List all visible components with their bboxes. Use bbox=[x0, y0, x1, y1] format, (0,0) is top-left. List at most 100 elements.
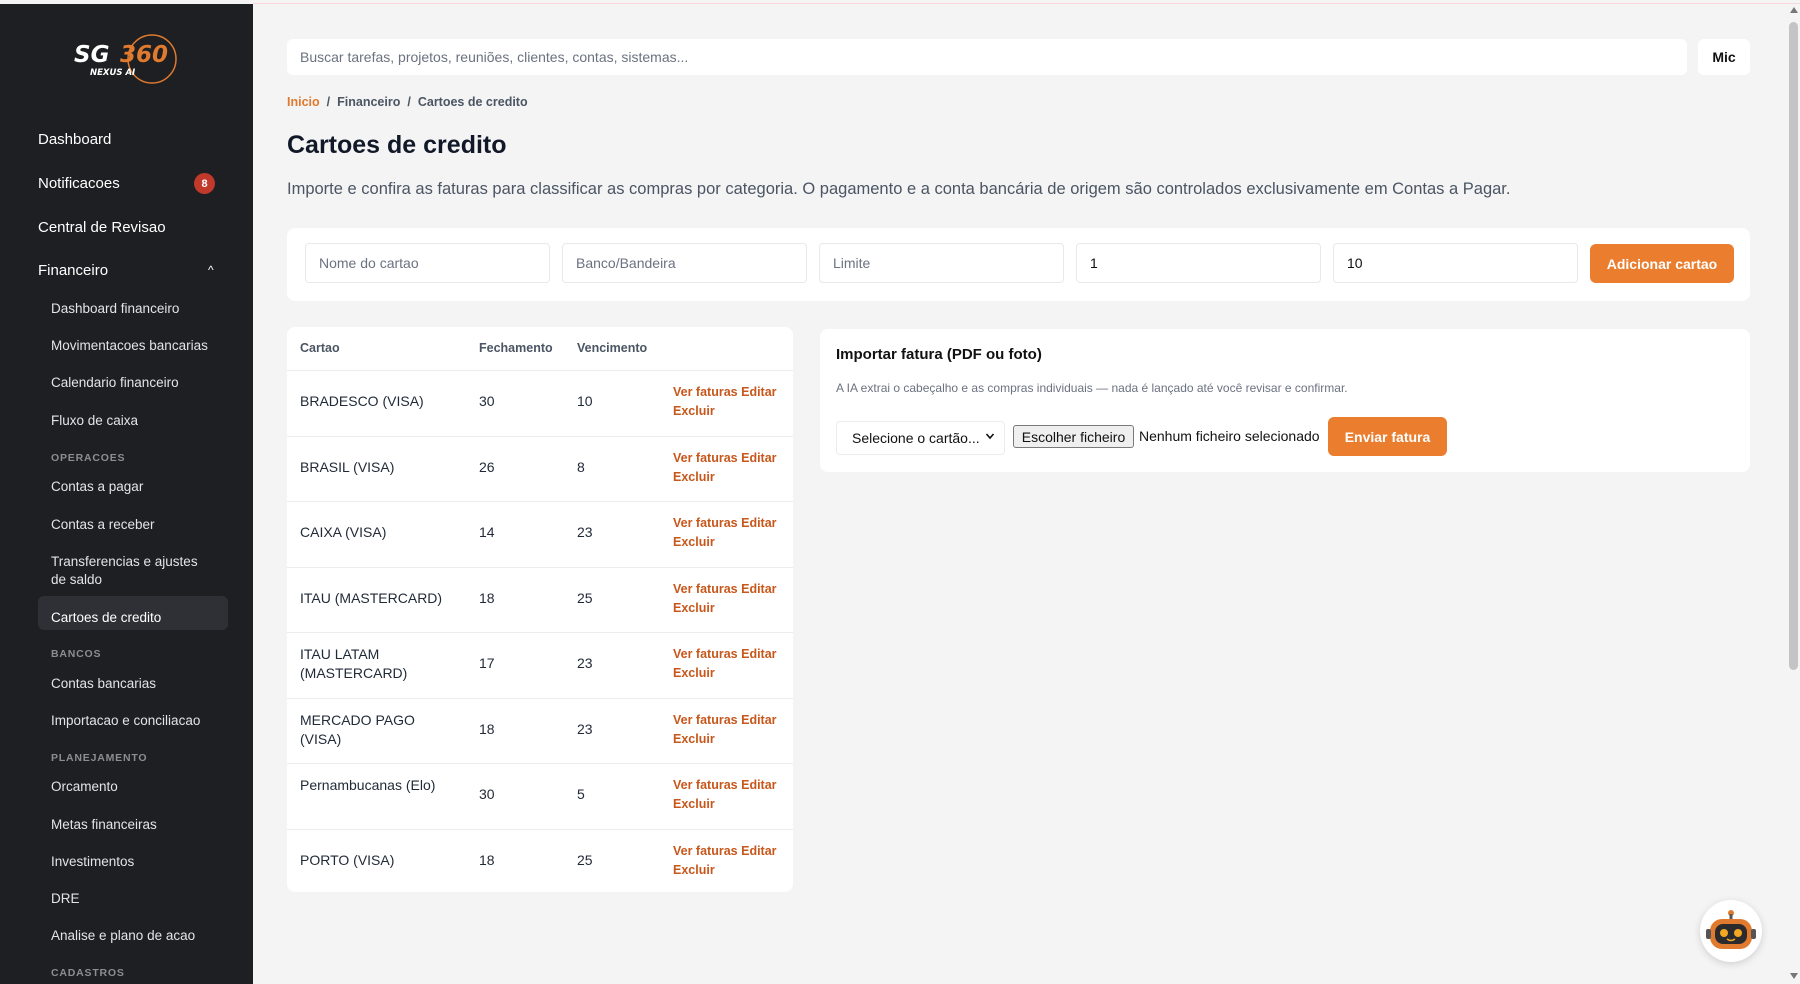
breadcrumb-home-link[interactable]: Inicio bbox=[287, 95, 320, 109]
view-invoices-link[interactable]: Ver faturas bbox=[673, 516, 738, 530]
breadcrumb-financeiro-link[interactable]: Financeiro bbox=[337, 95, 400, 109]
due-day-input[interactable]: 10 bbox=[1333, 243, 1578, 283]
due-day-cell: 23 bbox=[577, 655, 593, 671]
top-divider bbox=[253, 3, 1800, 4]
svg-text:NEXUS AI: NEXUS AI bbox=[90, 68, 135, 78]
closing-day-cell: 18 bbox=[479, 721, 495, 737]
sidebar-item-analise[interactable]: Analise e plano de acao bbox=[51, 927, 195, 945]
scrollbar-thumb[interactable] bbox=[1789, 22, 1798, 670]
breadcrumb: Inicio / Financeiro / Cartoes de credito bbox=[287, 95, 528, 109]
due-day-cell: 25 bbox=[577, 852, 593, 868]
delete-link[interactable]: Excluir bbox=[673, 732, 715, 746]
svg-text:360: 360 bbox=[120, 42, 168, 68]
delete-link[interactable]: Excluir bbox=[673, 535, 715, 549]
choose-file-button[interactable]: Escolher ficheiro bbox=[1013, 425, 1134, 448]
card-name-cell: PORTO (VISA) bbox=[300, 852, 395, 868]
sidebar-item-orcamento[interactable]: Orcamento bbox=[51, 778, 118, 796]
row-actions: Ver faturas Editar Excluir bbox=[673, 842, 777, 880]
sidebar-item-contas-bancarias[interactable]: Contas bancarias bbox=[51, 675, 156, 693]
scroll-down-arrow-icon[interactable] bbox=[1789, 972, 1799, 980]
breadcrumb-separator: / bbox=[407, 95, 411, 109]
edit-link[interactable]: Editar bbox=[741, 778, 776, 792]
sidebar-item-fluxo-caixa[interactable]: Fluxo de caixa bbox=[51, 412, 138, 430]
edit-link[interactable]: Editar bbox=[741, 516, 776, 530]
sg360-logo[interactable]: SG 360 NEXUS AI bbox=[70, 32, 190, 86]
delete-link[interactable]: Excluir bbox=[673, 863, 715, 877]
card-name-cell: BRADESCO (VISA) bbox=[300, 393, 424, 409]
card-name-input[interactable]: Nome do cartao bbox=[305, 243, 550, 283]
section-label-planejamento: PLANEJAMENTO bbox=[51, 752, 148, 764]
sidebar-item-contas-receber[interactable]: Contas a receber bbox=[51, 516, 155, 534]
chevron-down-icon bbox=[985, 433, 995, 440]
sidebar-item-metas[interactable]: Metas financeiras bbox=[51, 816, 157, 834]
closing-day-cell: 26 bbox=[479, 459, 495, 475]
closing-day-cell: 30 bbox=[479, 786, 495, 802]
edit-link[interactable]: Editar bbox=[741, 451, 776, 465]
edit-link[interactable]: Editar bbox=[741, 647, 776, 661]
view-invoices-link[interactable]: Ver faturas bbox=[673, 844, 738, 858]
due-day-cell: 25 bbox=[577, 590, 593, 606]
row-actions: Ver faturas Editar Excluir bbox=[673, 580, 777, 618]
sidebar-item-investimentos[interactable]: Investimentos bbox=[51, 853, 134, 871]
due-day-cell: 10 bbox=[577, 393, 593, 409]
card-name-cell: ITAU (MASTERCARD) bbox=[300, 590, 443, 606]
view-invoices-link[interactable]: Ver faturas bbox=[673, 451, 738, 465]
sidebar-item-label: Transferencias e ajustes bbox=[51, 554, 198, 569]
view-invoices-link[interactable]: Ver faturas bbox=[673, 385, 738, 399]
view-invoices-link[interactable]: Ver faturas bbox=[673, 713, 738, 727]
delete-link[interactable]: Excluir bbox=[673, 601, 715, 615]
edit-link[interactable]: Editar bbox=[741, 844, 776, 858]
sidebar-item-dashboard-financeiro[interactable]: Dashboard financeiro bbox=[51, 300, 179, 318]
row-actions: Ver faturas Editar Excluir bbox=[673, 514, 777, 552]
sidebar-item-dashboard[interactable]: Dashboard bbox=[38, 131, 111, 148]
due-day-cell: 23 bbox=[577, 721, 593, 737]
import-title: Importar fatura (PDF ou foto) bbox=[836, 346, 1042, 363]
due-day-cell: 23 bbox=[577, 524, 593, 540]
sidebar-item-notificacoes[interactable]: Notificacoes bbox=[38, 175, 120, 192]
card-select[interactable]: Selecione o cartão... bbox=[836, 421, 1005, 455]
search-input[interactable]: Buscar tarefas, projetos, reuniões, clie… bbox=[287, 39, 1687, 75]
sidebar-item-central-revisao[interactable]: Central de Revisao bbox=[38, 219, 166, 236]
edit-link[interactable]: Editar bbox=[741, 385, 776, 399]
scroll-up-arrow-icon[interactable] bbox=[1789, 6, 1799, 14]
closing-day-cell: 17 bbox=[479, 655, 495, 671]
closing-day-cell: 30 bbox=[479, 393, 495, 409]
delete-link[interactable]: Excluir bbox=[673, 797, 715, 811]
robot-icon bbox=[1706, 910, 1756, 949]
edit-link[interactable]: Editar bbox=[741, 713, 776, 727]
sidebar-item-calendario[interactable]: Calendario financeiro bbox=[51, 374, 179, 392]
sidebar-item-importacao[interactable]: Importacao e conciliacao bbox=[51, 712, 200, 730]
edit-link[interactable]: Editar bbox=[741, 582, 776, 596]
mic-button[interactable]: Mic bbox=[1698, 39, 1750, 75]
delete-link[interactable]: Excluir bbox=[673, 666, 715, 680]
view-invoices-link[interactable]: Ver faturas bbox=[673, 582, 738, 596]
card-name-cell: MERCADO PAGO (VISA) bbox=[300, 712, 415, 747]
assistant-bot-button[interactable] bbox=[1700, 900, 1762, 962]
limit-input[interactable]: Limite bbox=[819, 243, 1064, 283]
closing-day-cell: 18 bbox=[479, 590, 495, 606]
collapse-caret-icon[interactable]: ^ bbox=[208, 263, 214, 277]
send-invoice-button[interactable]: Enviar fatura bbox=[1328, 417, 1447, 456]
column-header-fechamento: Fechamento bbox=[479, 341, 553, 355]
view-invoices-link[interactable]: Ver faturas bbox=[673, 778, 738, 792]
row-actions: Ver faturas Editar Excluir bbox=[673, 645, 777, 683]
svg-text:SG: SG bbox=[74, 42, 109, 68]
card-name-cell: Pernambucanas (Elo) bbox=[300, 777, 436, 793]
sidebar-item-financeiro[interactable]: Financeiro bbox=[38, 262, 108, 279]
sidebar-item-contas-pagar[interactable]: Contas a pagar bbox=[51, 478, 143, 496]
page-description: Importe e confira as faturas para classi… bbox=[287, 180, 1511, 198]
delete-link[interactable]: Excluir bbox=[673, 470, 715, 484]
sidebar-item-movimentacoes[interactable]: Movimentacoes bancarias bbox=[51, 337, 208, 355]
notification-badge: 8 bbox=[194, 173, 215, 194]
breadcrumb-current: Cartoes de credito bbox=[417, 95, 528, 109]
add-card-button[interactable]: Adicionar cartao bbox=[1590, 244, 1734, 283]
delete-link[interactable]: Excluir bbox=[673, 404, 715, 418]
sidebar-item-transferencias[interactable]: Transferencias e ajustes de saldo bbox=[51, 553, 198, 589]
bank-brand-input[interactable]: Banco/Bandeira bbox=[562, 243, 807, 283]
closing-day-input[interactable]: 1 bbox=[1076, 243, 1321, 283]
card-name-cell: CAIXA (VISA) bbox=[300, 524, 387, 540]
sidebar-item-dre[interactable]: DRE bbox=[51, 890, 80, 908]
sidebar-item-cartoes[interactable]: Cartoes de credito bbox=[51, 609, 161, 627]
section-label-operacoes: OPERACOES bbox=[51, 452, 126, 464]
view-invoices-link[interactable]: Ver faturas bbox=[673, 647, 738, 661]
